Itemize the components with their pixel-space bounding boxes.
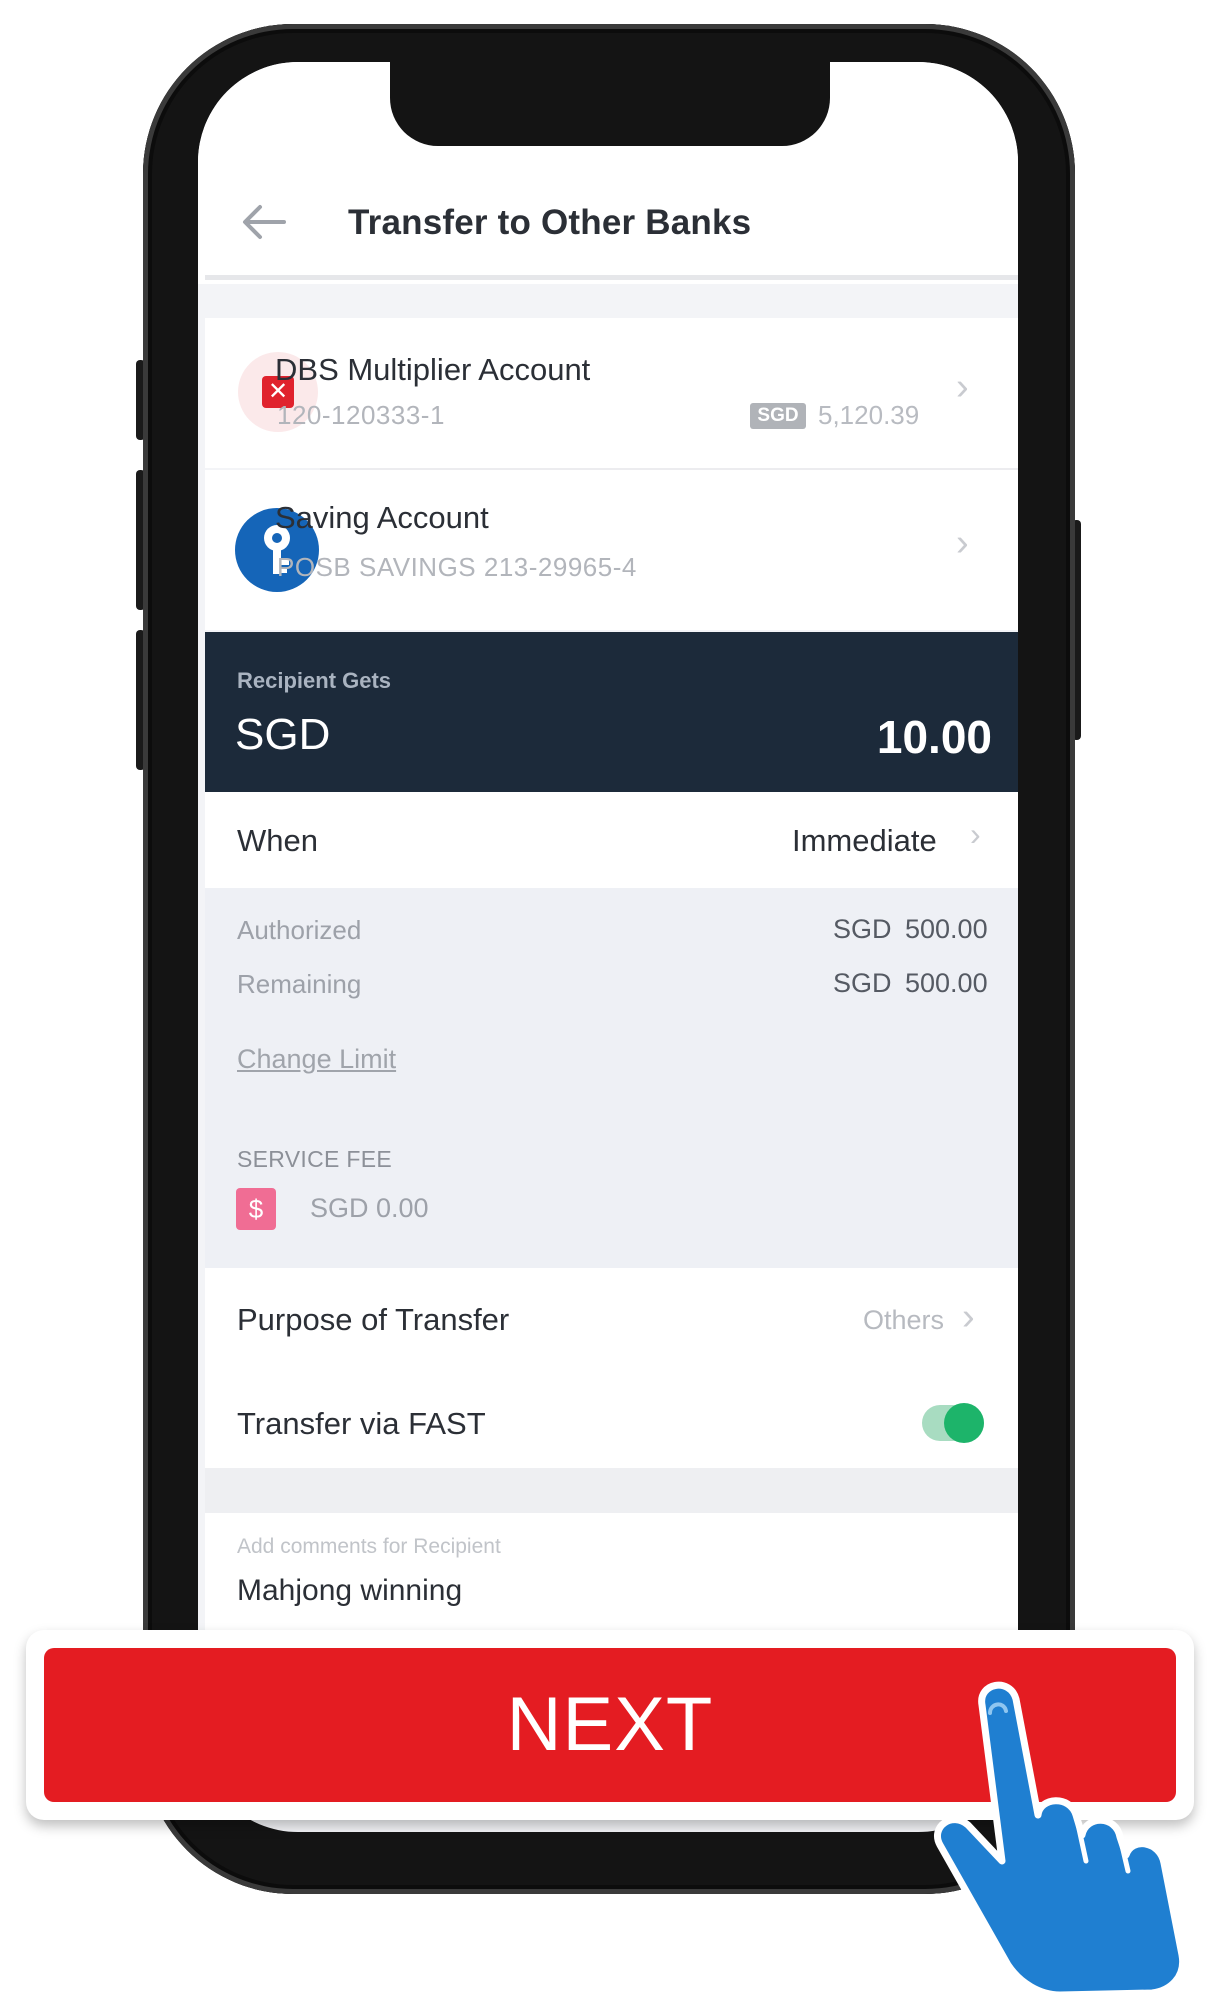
- remaining-label: Remaining: [237, 969, 362, 999]
- remaining-currency: SGD: [833, 968, 892, 998]
- chevron-right-icon[interactable]: ›: [956, 522, 969, 565]
- comment-input[interactable]: Mahjong winning: [237, 1574, 462, 1608]
- chevron-right-icon[interactable]: ›: [970, 816, 981, 853]
- dollar-icon: $: [236, 1188, 276, 1230]
- service-fee-value: SGD 0.00: [310, 1193, 429, 1223]
- to-account-card[interactable]: [205, 470, 1018, 630]
- service-fee-label: SERVICE FEE: [237, 1146, 392, 1172]
- phone-notch: [390, 62, 830, 146]
- when-label: When: [237, 823, 318, 858]
- recipient-gets-label: Recipient Gets: [237, 668, 392, 693]
- fast-toggle[interactable]: [922, 1403, 984, 1443]
- fast-label: Transfer via FAST: [237, 1406, 486, 1441]
- pointing-hand-icon: [934, 1681, 1187, 1993]
- comment-label: Add comments for Recipient: [237, 1535, 501, 1558]
- page-title: Transfer to Other Banks: [348, 203, 752, 242]
- amount-currency: SGD: [235, 710, 331, 759]
- header-divider: [205, 275, 1018, 280]
- from-account-balance: 5,120.39: [818, 400, 920, 430]
- when-value: Immediate: [792, 823, 937, 858]
- section-gap: [205, 1468, 1018, 1513]
- change-limit-link[interactable]: Change Limit: [237, 1044, 396, 1075]
- authorized-value: 500.00: [905, 914, 988, 944]
- chevron-right-icon[interactable]: ›: [962, 1296, 975, 1339]
- purpose-value[interactable]: Others: [863, 1305, 944, 1336]
- authorized-label: Authorized: [237, 915, 362, 945]
- from-account-number: 120-120333-1: [277, 400, 445, 430]
- toggle-knob: [944, 1403, 984, 1443]
- remaining-value: 500.00: [905, 968, 988, 998]
- from-account-card[interactable]: [205, 318, 1018, 468]
- authorized-currency: SGD: [833, 914, 892, 944]
- to-account-name: Saving Account: [275, 500, 489, 535]
- chevron-right-icon[interactable]: ›: [956, 366, 969, 409]
- currency-badge: SGD: [750, 403, 806, 429]
- from-account-name: DBS Multiplier Account: [275, 352, 591, 387]
- back-arrow-icon[interactable]: [240, 202, 286, 242]
- purpose-label[interactable]: Purpose of Transfer: [237, 1302, 509, 1338]
- amount-value[interactable]: 10.00: [877, 710, 992, 764]
- phone-screen: Transfer to Other Banks ✕ DBS Multiplier…: [198, 62, 1018, 1832]
- to-account-number: POSB SAVINGS 213-29965-4: [277, 552, 637, 582]
